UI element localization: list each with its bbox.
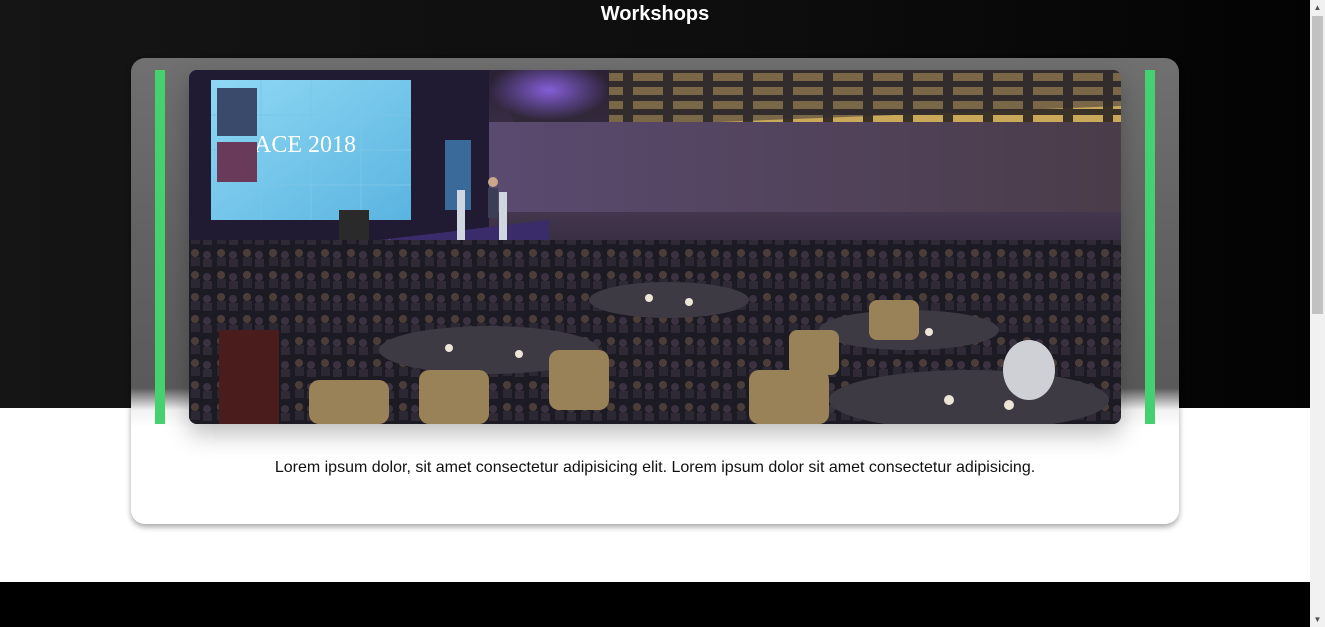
section-title: Workshops: [600, 3, 710, 25]
screen-text: ACE 2018: [254, 132, 356, 158]
vertical-scrollbar[interactable]: ▲ ▼: [1310, 0, 1325, 627]
workshop-image: ACE 2018: [189, 70, 1121, 424]
workshop-card[interactable]: ACE 2018 Lorem ipsum dolor, sit amet con…: [131, 58, 1179, 524]
scroll-thumb[interactable]: [1312, 16, 1323, 314]
scroll-up-icon[interactable]: ▲: [1310, 0, 1325, 15]
accent-bar-right: [1145, 70, 1155, 424]
scroll-down-icon[interactable]: ▼: [1310, 612, 1325, 627]
accent-bar-left: [155, 70, 165, 424]
card-description: Lorem ipsum dolor, sit amet consectetur …: [274, 459, 1036, 476]
footer: [0, 582, 1310, 627]
page: Workshops ACE 2018 Lorem ipsum dolor, si…: [0, 0, 1325, 627]
